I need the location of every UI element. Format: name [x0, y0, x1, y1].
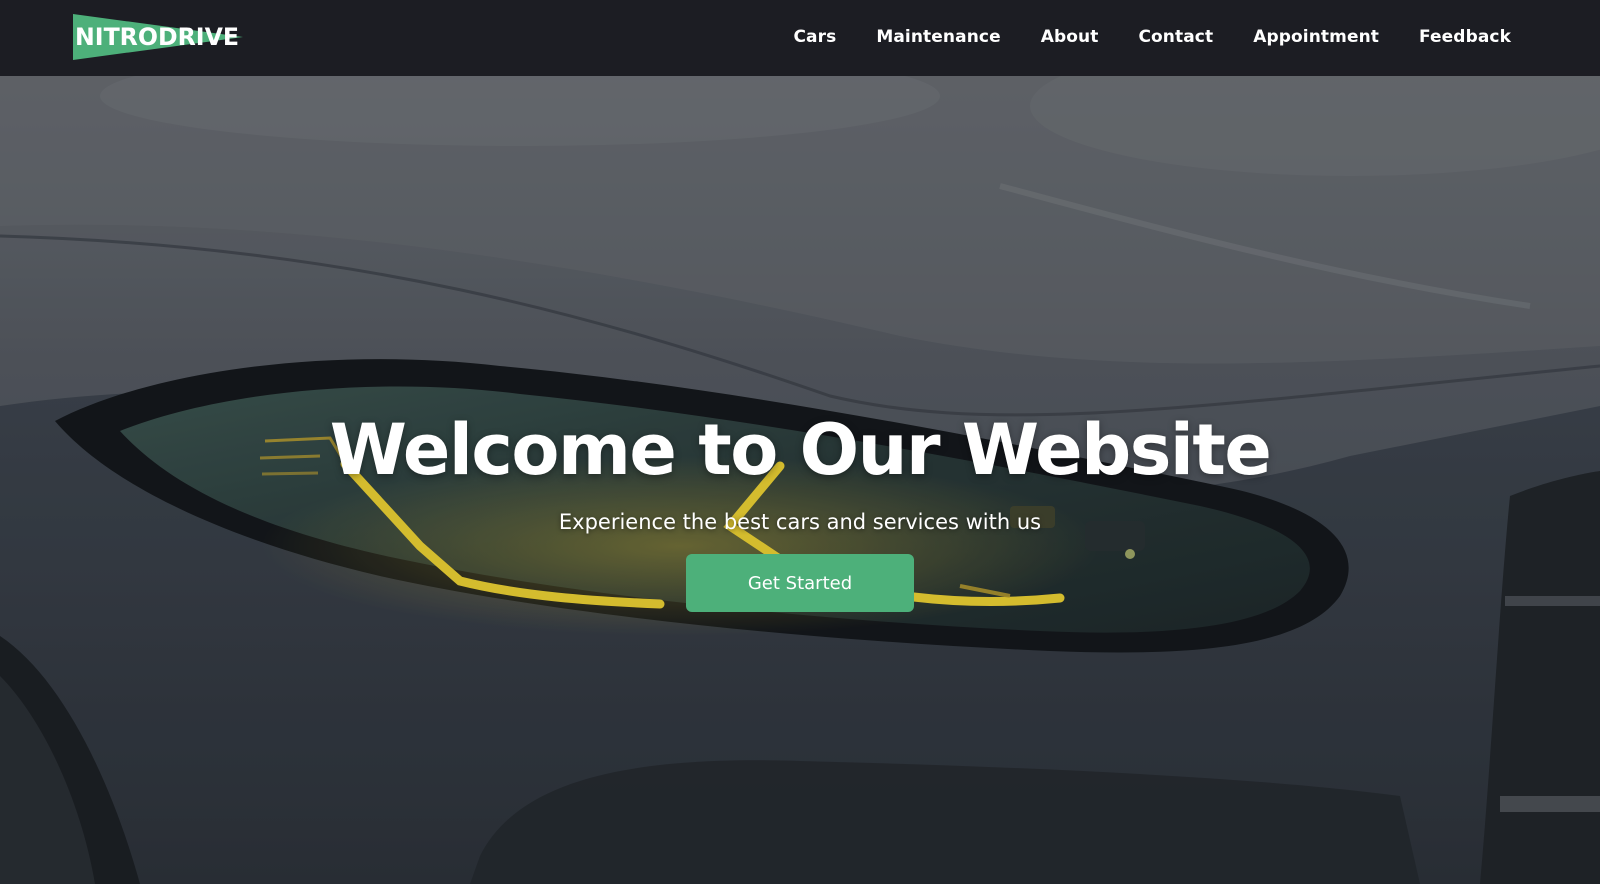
nav-link-feedback[interactable]: Feedback	[1419, 27, 1511, 47]
nav-link-about[interactable]: About	[1041, 27, 1099, 47]
hero-content: Welcome to Our Website Experience the be…	[0, 408, 1600, 612]
nav-link-contact[interactable]: Contact	[1138, 27, 1213, 47]
hero-title: Welcome to Our Website	[329, 409, 1272, 491]
logo-text: NITRODRIVE	[75, 23, 239, 51]
nitrodrive-logo[interactable]: NITRODRIVE	[73, 14, 243, 60]
get-started-button[interactable]: Get Started	[686, 554, 914, 612]
hero-section: Welcome to Our Website Experience the be…	[0, 76, 1600, 884]
hero-subtitle: Experience the best cars and services wi…	[558, 510, 1042, 534]
main-nav: Cars Maintenance About Contact Appointme…	[793, 0, 1511, 73]
nav-link-cars[interactable]: Cars	[793, 27, 836, 47]
nav-link-appointment[interactable]: Appointment	[1253, 27, 1379, 47]
navbar: NITRODRIVE Cars Maintenance About Contac…	[0, 0, 1600, 76]
page: NITRODRIVE Cars Maintenance About Contac…	[0, 0, 1600, 884]
nav-link-maintenance[interactable]: Maintenance	[876, 27, 1000, 47]
